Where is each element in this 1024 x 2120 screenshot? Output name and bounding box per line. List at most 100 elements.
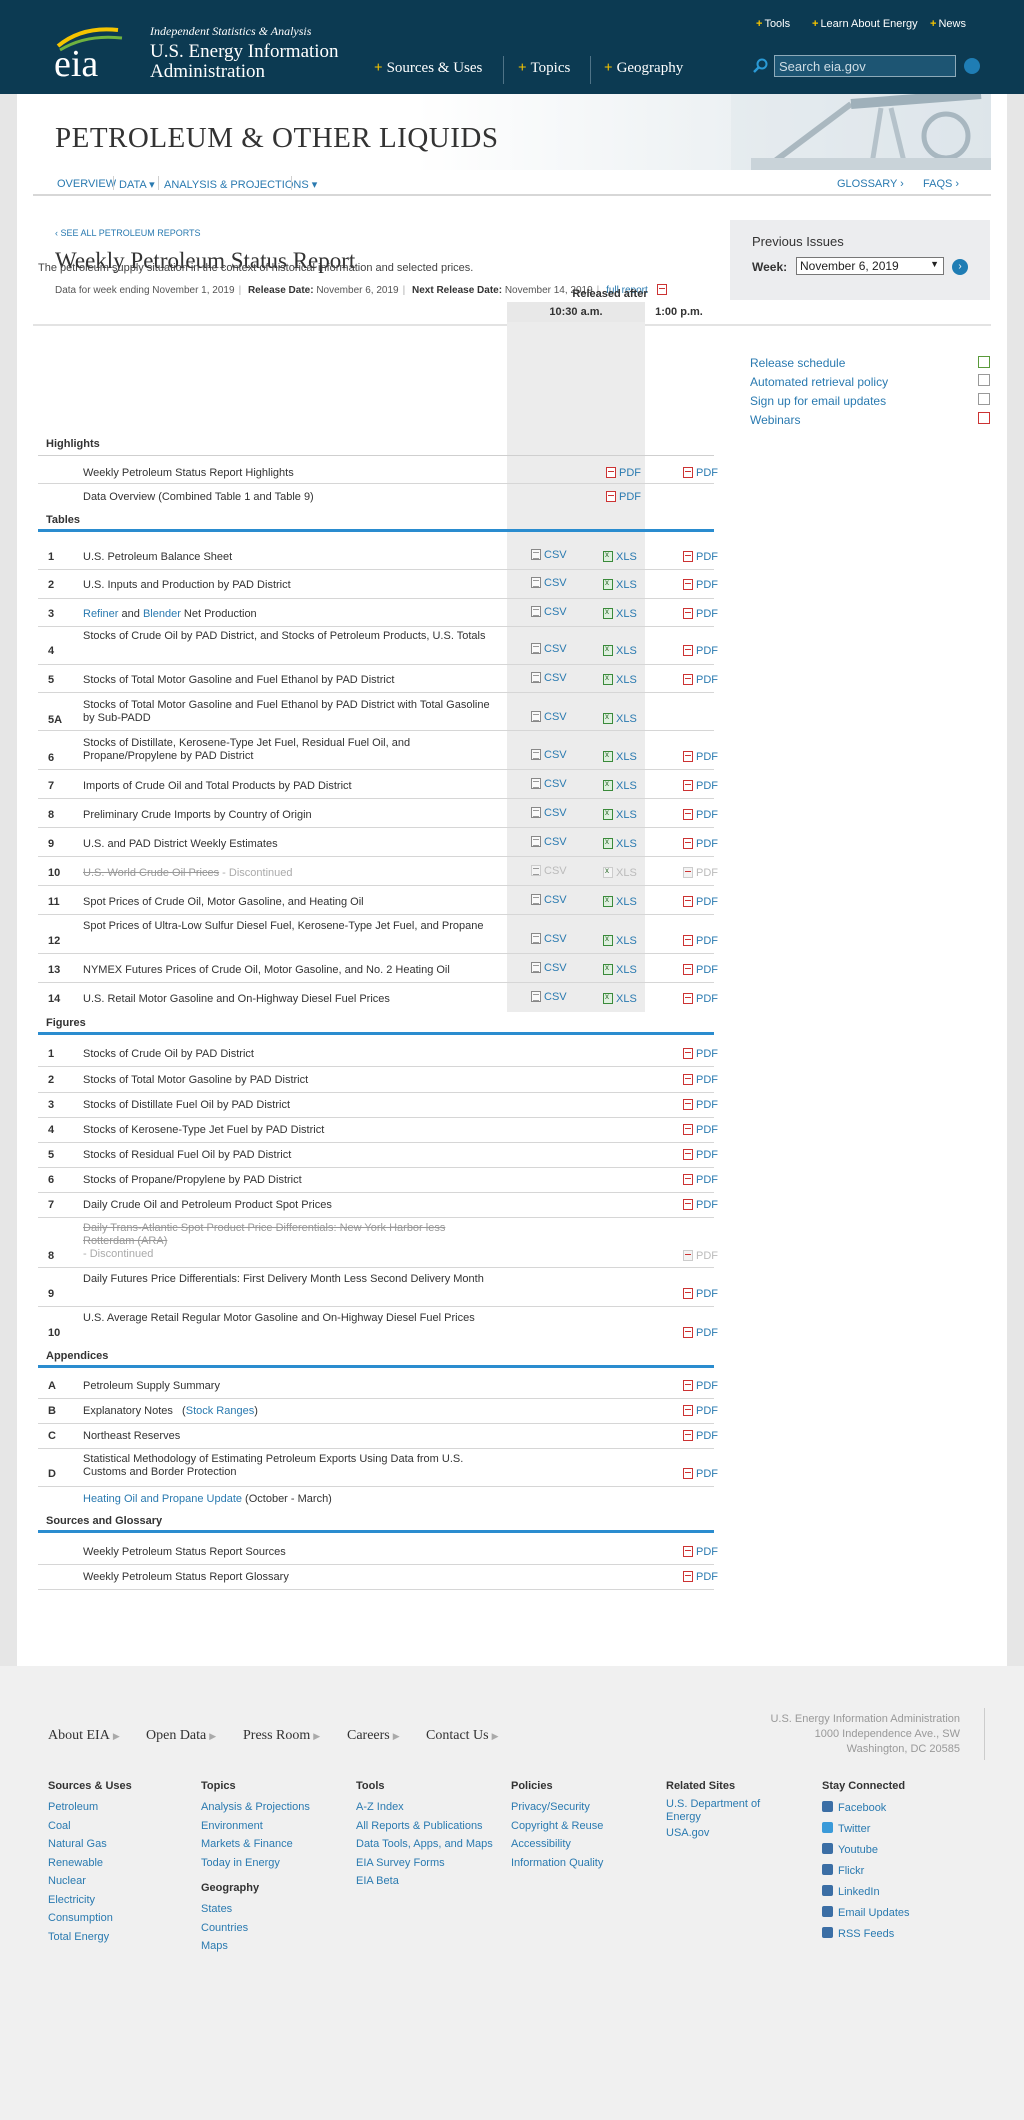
pdf-link[interactable]: PDF <box>683 1327 718 1339</box>
pdf-link[interactable]: PDF <box>683 896 718 908</box>
heating-oil-propane-link[interactable]: Heating Oil and Propane Update <box>83 1493 242 1505</box>
footer-link[interactable]: Energy <box>666 1811 760 1824</box>
nav-sources-uses[interactable]: + Sources & Uses <box>374 60 482 77</box>
pdf-link[interactable]: PDF <box>683 809 718 821</box>
pdf-link[interactable]: PDF <box>683 751 718 763</box>
xls-link[interactable]: XLS <box>603 750 637 763</box>
xls-link[interactable]: XLS <box>603 644 637 657</box>
pdf-link[interactable]: PDF <box>683 1048 718 1060</box>
footer-careers-link[interactable]: Careers ▶ <box>347 1728 400 1744</box>
row-link[interactable]: Imports of Crude Oil and Total Products … <box>83 780 493 793</box>
xls-link[interactable]: XLS <box>603 550 637 563</box>
csv-link[interactable]: CSV <box>531 807 567 819</box>
twitter-link[interactable]: Twitter <box>822 1819 910 1840</box>
csv-link[interactable]: CSV <box>531 549 567 561</box>
pdf-link[interactable]: PDF <box>683 1074 718 1086</box>
footer-link[interactable]: Analysis & Projections <box>201 1798 310 1817</box>
footer-link[interactable]: Environment <box>201 1817 310 1836</box>
csv-link[interactable]: CSV <box>531 962 567 974</box>
pdf-link[interactable]: PDF <box>683 1288 718 1300</box>
footer-link[interactable]: Consumption <box>48 1909 132 1928</box>
csv-link[interactable]: CSV <box>531 606 567 618</box>
pdf-link[interactable]: PDF <box>683 1430 718 1442</box>
xls-link[interactable]: XLS <box>603 808 637 821</box>
csv-link[interactable]: CSV <box>531 991 567 1003</box>
row-link[interactable]: U.S. Inputs and Production by PAD Distri… <box>83 579 493 592</box>
footer-link[interactable]: Total Energy <box>48 1928 132 1947</box>
footer-link[interactable]: Copyright & Reuse <box>511 1817 603 1836</box>
util-news[interactable]: + News <box>930 18 966 30</box>
footer-link[interactable]: States <box>201 1900 310 1919</box>
pdf-link[interactable]: PDF <box>683 838 718 850</box>
pdf-link[interactable]: PDF <box>683 1571 718 1583</box>
webinars-link[interactable]: Webinars <box>750 413 800 427</box>
row-link[interactable]: Spot Prices of Crude Oil, Motor Gasoline… <box>83 896 493 909</box>
week-select[interactable]: November 6, 2019 ▼ <box>796 257 944 275</box>
pdf-link[interactable]: PDF <box>683 1405 718 1417</box>
footer-link[interactable]: Information Quality <box>511 1854 603 1873</box>
footer-about-link[interactable]: About EIA ▶ <box>48 1728 120 1744</box>
csv-link[interactable]: CSV <box>531 711 567 723</box>
csv-link[interactable]: CSV <box>531 894 567 906</box>
xls-link[interactable]: XLS <box>603 712 637 725</box>
subnav-glossary[interactable]: GLOSSARY › <box>837 178 904 190</box>
pdf-link[interactable]: PDF <box>683 467 718 479</box>
pdf-link[interactable]: PDF <box>683 551 718 563</box>
footer-link[interactable]: Natural Gas <box>48 1835 132 1854</box>
pdf-link[interactable]: PDF <box>683 964 718 976</box>
footer-open-data-link[interactable]: Open Data ▶ <box>146 1728 216 1744</box>
xls-link[interactable]: XLS <box>603 673 637 686</box>
footer-link[interactable]: Data Tools, Apps, and Maps <box>356 1835 493 1854</box>
csv-link[interactable]: CSV <box>531 836 567 848</box>
csv-link[interactable]: CSV <box>531 749 567 761</box>
footer-contact-link[interactable]: Contact Us ▶ <box>426 1728 499 1744</box>
email-signup-link[interactable]: Sign up for email updates <box>750 394 886 408</box>
see-all-reports-link[interactable]: ‹ SEE ALL PETROLEUM REPORTS <box>55 228 201 238</box>
footer-link[interactable]: Markets & Finance <box>201 1835 310 1854</box>
footer-link[interactable]: U.S. Department of <box>666 1798 760 1811</box>
footer-link[interactable]: Petroleum <box>48 1798 132 1817</box>
footer-link[interactable]: All Reports & Publications <box>356 1817 493 1836</box>
csv-link[interactable]: CSV <box>531 933 567 945</box>
release-schedule-link[interactable]: Release schedule <box>750 356 845 370</box>
pdf-link[interactable]: PDF <box>683 1468 718 1480</box>
blender-link[interactable]: Blender <box>143 608 181 620</box>
pdf-link[interactable]: PDF <box>683 1124 718 1136</box>
row-link[interactable]: Stocks of Distillate, Kerosene-Type Jet … <box>83 737 493 763</box>
footer-link[interactable]: Coal <box>48 1817 132 1836</box>
nav-geography[interactable]: + Geography <box>604 60 683 77</box>
flickr-link[interactable]: Flickr <box>822 1861 910 1882</box>
footer-link[interactable]: EIA Beta <box>356 1872 493 1891</box>
pdf-link[interactable]: PDF <box>683 1546 718 1558</box>
footer-link[interactable]: Electricity <box>48 1891 132 1910</box>
pdf-link[interactable]: PDF <box>683 780 718 792</box>
footer-link[interactable]: Privacy/Security <box>511 1798 603 1817</box>
footer-link[interactable]: Maps <box>201 1937 310 1956</box>
nav-topics[interactable]: + Topics <box>518 60 570 77</box>
search-submit-button[interactable] <box>964 58 980 74</box>
rss-link[interactable]: RSS Feeds <box>822 1924 910 1945</box>
subnav-analysis[interactable]: ANALYSIS & PROJECTIONS ▾ <box>164 178 317 191</box>
pdf-link[interactable]: PDF <box>683 645 718 657</box>
pdf-link[interactable]: PDF <box>683 1149 718 1161</box>
row-link[interactable]: Northeast Reserves <box>83 1430 493 1443</box>
xls-link[interactable]: XLS <box>603 837 637 850</box>
csv-link[interactable]: CSV <box>531 778 567 790</box>
pdf-link[interactable]: PDF <box>683 1099 718 1111</box>
csv-link[interactable]: CSV <box>531 672 567 684</box>
subnav-data[interactable]: DATA ▾ <box>119 178 155 191</box>
pdf-link[interactable]: PDF <box>683 674 718 686</box>
csv-link[interactable]: CSV <box>531 643 567 655</box>
eia-logo[interactable]: eia <box>52 22 132 82</box>
refiner-link[interactable]: Refiner <box>83 608 118 620</box>
xls-link[interactable]: XLS <box>603 895 637 908</box>
footer-link[interactable]: Countries <box>201 1919 310 1938</box>
go-arrow-icon[interactable]: › <box>952 259 968 275</box>
footer-link[interactable]: Accessibility <box>511 1835 603 1854</box>
xls-link[interactable]: XLS <box>603 578 637 591</box>
pdf-link[interactable]: PDF <box>683 608 718 620</box>
footer-link[interactable]: A-Z Index <box>356 1798 493 1817</box>
footer-link[interactable]: Renewable <box>48 1854 132 1873</box>
footer-link[interactable]: Today in Energy <box>201 1854 310 1873</box>
footer-link[interactable]: EIA Survey Forms <box>356 1854 493 1873</box>
